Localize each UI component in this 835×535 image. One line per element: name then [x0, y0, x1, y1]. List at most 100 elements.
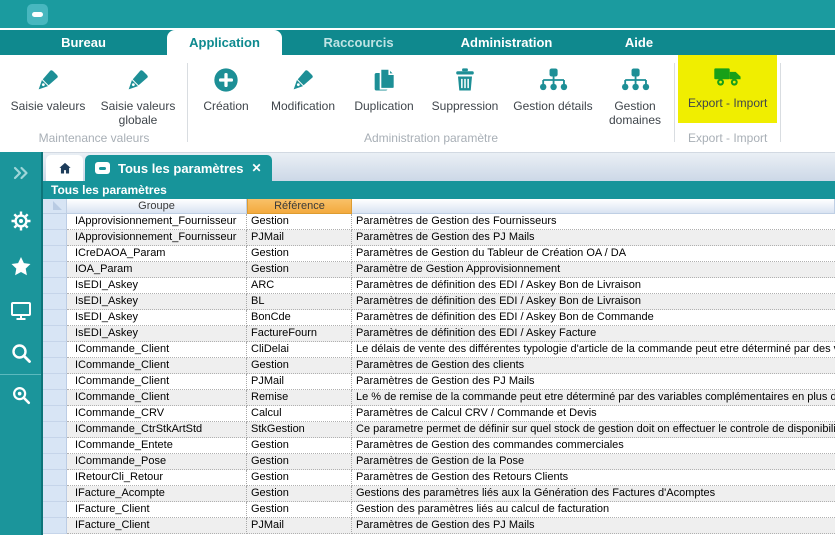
column-header-groupe[interactable]: Groupe — [67, 199, 247, 214]
row-selector-cell[interactable] — [43, 406, 67, 422]
hierarchy-icon — [538, 64, 568, 96]
row-selector-cell[interactable] — [43, 278, 67, 294]
table-row[interactable]: ICommande_PoseGestionParamètres de Gesti… — [43, 454, 835, 470]
tab-administration[interactable]: Administration — [435, 30, 578, 55]
favorites-star-icon[interactable] — [0, 252, 41, 282]
table-row[interactable]: IApprovisionnement_FournisseurPJMailPara… — [43, 230, 835, 246]
duplication-button[interactable]: Duplication — [345, 55, 423, 113]
menu-tab-band: Bureau Application Raccourcis Administra… — [0, 30, 835, 55]
row-selector-cell[interactable] — [43, 246, 67, 262]
pen-icon — [124, 64, 152, 96]
row-selector-cell[interactable] — [43, 502, 67, 518]
table-row[interactable]: IOA_ParamGestionParamètre de Gestion App… — [43, 262, 835, 278]
cell-description: Paramètres de Gestion des PJ Mails — [352, 518, 835, 534]
gestion-details-button[interactable]: Gestion détails — [507, 55, 599, 113]
window-dash-icon — [95, 162, 110, 174]
table-row[interactable]: ICommande_ClientRemiseLe % de remise de … — [43, 390, 835, 406]
gestion-domaines-button[interactable]: Gestion domaines — [599, 55, 671, 128]
table-row[interactable]: ICommande_ClientPJMailParamètres de Gest… — [43, 374, 835, 390]
tab-application[interactable]: Application — [167, 30, 282, 55]
cell-description: Paramètres de définition des EDI / Askey… — [352, 294, 835, 310]
ribbon-group-export-import: Export - Import Export - Import — [678, 55, 777, 152]
table-row[interactable]: IsEDI_AskeyFactureFournParamètres de déf… — [43, 326, 835, 342]
row-selector-cell[interactable] — [43, 422, 67, 438]
row-selector-cell[interactable] — [43, 486, 67, 502]
hierarchy-icon — [620, 64, 650, 96]
table-row[interactable]: IFacture_AcompteGestionGestions des para… — [43, 486, 835, 502]
tab-raccourcis[interactable]: Raccourcis — [282, 30, 435, 55]
cell-groupe: ICreDAOA_Param — [67, 246, 247, 262]
cell-reference: ARC — [247, 278, 352, 294]
table-row[interactable]: ICommande_ClientCliDelaiLe délais de ven… — [43, 342, 835, 358]
panel-title: Tous les paramètres — [43, 181, 835, 199]
table-row[interactable]: IsEDI_AskeyBonCdeParamètres de définitio… — [43, 310, 835, 326]
table-row[interactable]: ICommande_ClientGestionParamètres de Ges… — [43, 358, 835, 374]
cell-description: Paramètres de Calcul CRV / Commande et D… — [352, 406, 835, 422]
row-selector-cell[interactable] — [43, 326, 67, 342]
row-selector-cell[interactable] — [43, 470, 67, 486]
cell-groupe: ICommande_CRV — [67, 406, 247, 422]
collapse-chevrons-icon[interactable] — [0, 158, 41, 188]
settings-gear-icon[interactable] — [0, 206, 41, 236]
table-row[interactable]: IFacture_ClientPJMailParamètres de Gesti… — [43, 518, 835, 534]
document-tab-strip: Tous les paramètres ✕ — [43, 152, 835, 181]
close-icon[interactable]: ✕ — [251, 161, 261, 175]
row-selector-cell[interactable] — [43, 342, 67, 358]
cell-reference: Gestion — [247, 486, 352, 502]
table-row[interactable]: ICreDAOA_ParamGestionParamètres de Gesti… — [43, 246, 835, 262]
monitor-icon[interactable] — [0, 296, 41, 326]
cell-groupe: IFacture_Acompte — [67, 486, 247, 502]
row-selector-cell[interactable] — [43, 230, 67, 246]
search-icon[interactable] — [0, 338, 41, 368]
tab-aide[interactable]: Aide — [578, 30, 700, 55]
row-selector-cell[interactable] — [43, 294, 67, 310]
export-import-button[interactable]: Export - Import — [678, 55, 777, 123]
home-tab[interactable] — [46, 155, 83, 181]
column-header-description[interactable] — [352, 199, 835, 214]
app-logo-icon — [27, 4, 48, 25]
table-row[interactable]: IFacture_ClientGestionGestion des paramè… — [43, 502, 835, 518]
table-row[interactable]: ICommande_EnteteGestionParamètres de Ges… — [43, 438, 835, 454]
table-row[interactable]: IRetourCli_RetourGestionParamètres de Ge… — [43, 470, 835, 486]
row-selector-cell[interactable] — [43, 438, 67, 454]
select-all-corner[interactable] — [43, 199, 67, 214]
left-sidebar — [0, 152, 43, 535]
row-selector-cell[interactable] — [43, 518, 67, 534]
cell-groupe: ICommande_Client — [67, 374, 247, 390]
row-selector-cell[interactable] — [43, 262, 67, 278]
table-row[interactable]: IsEDI_AskeyARCParamètres de définition d… — [43, 278, 835, 294]
column-header-reference[interactable]: Référence — [247, 199, 352, 214]
table-row[interactable]: ICommande_CtrStkArtStdStkGestionCe param… — [43, 422, 835, 438]
row-selector-cell[interactable] — [43, 374, 67, 390]
table-row[interactable]: IsEDI_AskeyBLParamètres de définition de… — [43, 294, 835, 310]
cell-reference: Calcul — [247, 406, 352, 422]
cell-description: Paramètres de Gestion des PJ Mails — [352, 374, 835, 390]
cell-groupe: IApprovisionnement_Fournisseur — [67, 230, 247, 246]
row-selector-cell[interactable] — [43, 310, 67, 326]
cell-reference: PJMail — [247, 230, 352, 246]
cell-reference: Gestion — [247, 262, 352, 278]
table-row[interactable]: IApprovisionnement_FournisseurGestionPar… — [43, 214, 835, 230]
modification-button[interactable]: Modification — [261, 55, 345, 113]
ribbon-separator — [780, 63, 781, 142]
row-selector-cell[interactable] — [43, 358, 67, 374]
saisie-valeurs-button[interactable]: Saisie valeurs — [4, 55, 92, 113]
cell-description: Paramètres de Gestion des Fournisseurs — [352, 214, 835, 230]
cell-reference: Gestion — [247, 358, 352, 374]
cell-description: Paramètre de Gestion Approvisionnement — [352, 262, 835, 278]
row-selector-cell[interactable] — [43, 214, 67, 230]
title-bar — [0, 0, 835, 30]
ribbon-group-label: Maintenance valeurs — [4, 131, 184, 152]
row-selector-cell[interactable] — [43, 390, 67, 406]
ribbon-group-label: Export - Import — [678, 131, 777, 152]
suppression-button[interactable]: Suppression — [423, 55, 507, 113]
cell-groupe: IApprovisionnement_Fournisseur — [67, 214, 247, 230]
row-selector-cell[interactable] — [43, 454, 67, 470]
cell-description: Paramètres de Gestion du Tableur de Créa… — [352, 246, 835, 262]
creation-button[interactable]: Création — [191, 55, 261, 113]
saisie-valeurs-globale-button[interactable]: Saisie valeurs globale — [92, 55, 184, 128]
document-tab-tous-les-parametres[interactable]: Tous les paramètres ✕ — [85, 155, 272, 181]
table-row[interactable]: ICommande_CRVCalculParamètres de Calcul … — [43, 406, 835, 422]
tab-bureau[interactable]: Bureau — [0, 30, 167, 55]
search-advanced-icon[interactable] — [0, 381, 41, 409]
